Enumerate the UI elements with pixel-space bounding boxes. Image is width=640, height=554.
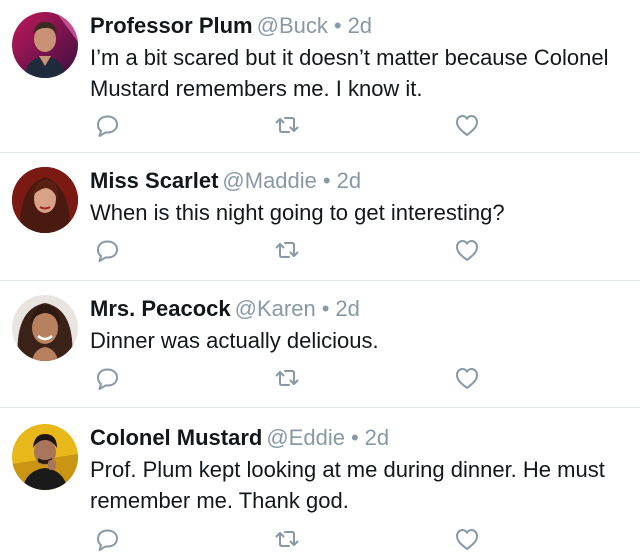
user-name[interactable]: Colonel Mustard bbox=[90, 425, 262, 450]
timestamp[interactable]: 2d bbox=[337, 168, 361, 193]
speech-bubble-icon bbox=[97, 529, 118, 551]
tweet[interactable]: Mrs. Peacock @Karen • 2d Dinner was actuall… bbox=[0, 281, 640, 408]
colonel-mustard-avatar-icon bbox=[12, 424, 78, 490]
avatar[interactable] bbox=[12, 424, 78, 490]
tweet[interactable]: Colonel Mustard @Eddie • 2d Prof. Plum kept… bbox=[0, 408, 640, 551]
tweet-header: Colonel Mustard @Eddie • 2d bbox=[90, 424, 626, 452]
reply-button[interactable] bbox=[92, 235, 122, 265]
timestamp[interactable]: 2d bbox=[365, 425, 389, 450]
user-name[interactable]: Professor Plum bbox=[90, 13, 253, 38]
tweet-actions bbox=[90, 524, 630, 554]
like-button[interactable] bbox=[452, 110, 482, 140]
miss-scarlet-avatar-icon bbox=[12, 167, 78, 233]
user-handle[interactable]: @Karen bbox=[235, 296, 316, 321]
tweet-header: Mrs. Peacock @Karen • 2d bbox=[90, 295, 626, 323]
avatar[interactable] bbox=[12, 295, 78, 361]
retweet-arrows-icon bbox=[275, 370, 299, 386]
like-button[interactable] bbox=[452, 524, 482, 554]
avatar[interactable] bbox=[12, 12, 78, 78]
separator-dot: • bbox=[333, 13, 342, 38]
reply-button[interactable] bbox=[92, 363, 122, 393]
avatar[interactable] bbox=[12, 167, 78, 233]
tweet-actions bbox=[90, 363, 630, 393]
user-handle[interactable]: @Maddie bbox=[222, 168, 317, 193]
timestamp[interactable]: 2d bbox=[335, 296, 359, 321]
retweet-button[interactable] bbox=[272, 524, 302, 554]
speech-bubble-icon bbox=[97, 368, 118, 390]
tweet-body: Colonel Mustard @Eddie • 2d Prof. Plum kept… bbox=[90, 424, 626, 551]
separator-dot: • bbox=[350, 425, 359, 450]
tweet-body: Miss Scarlet @Maddie • 2d When is this nigh… bbox=[90, 167, 626, 262]
professor-plum-avatar-icon bbox=[12, 12, 78, 78]
timestamp[interactable]: 2d bbox=[348, 13, 372, 38]
user-name[interactable]: Miss Scarlet bbox=[90, 168, 218, 193]
tweet-text: Dinner was actually delicious. bbox=[90, 328, 379, 353]
speech-bubble-icon bbox=[97, 115, 118, 137]
user-handle[interactable]: @Eddie bbox=[266, 425, 345, 450]
tweet-text: When is this night going to get interest… bbox=[90, 200, 505, 225]
mrs-peacock-avatar-icon bbox=[12, 295, 78, 361]
tweet-body: Mrs. Peacock @Karen • 2d Dinner was actuall… bbox=[90, 295, 626, 390]
heart-outline-icon bbox=[456, 529, 478, 550]
retweet-arrows-icon bbox=[275, 531, 299, 547]
retweet-button[interactable] bbox=[272, 235, 302, 265]
heart-outline-icon bbox=[456, 115, 478, 136]
reply-button[interactable] bbox=[92, 110, 122, 140]
tweet-text: I’m a bit scared but it doesn’t matter b… bbox=[90, 45, 609, 101]
tweet-actions bbox=[90, 235, 630, 265]
heart-outline-icon bbox=[456, 240, 478, 261]
tweet-actions bbox=[90, 110, 630, 140]
tweet-header: Miss Scarlet @Maddie • 2d bbox=[90, 167, 626, 195]
separator-dot: • bbox=[321, 296, 330, 321]
user-handle[interactable]: @Buck bbox=[257, 13, 328, 38]
tweet[interactable]: Miss Scarlet @Maddie • 2d When is this nigh… bbox=[0, 153, 640, 281]
tweet-header: Professor Plum @Buck • 2d bbox=[90, 12, 626, 40]
retweet-arrows-icon bbox=[275, 117, 299, 133]
user-name[interactable]: Mrs. Peacock bbox=[90, 296, 231, 321]
like-button[interactable] bbox=[452, 363, 482, 393]
tweet-body: Professor Plum @Buck • 2d I’m a bit scared … bbox=[90, 12, 626, 137]
heart-outline-icon bbox=[456, 368, 478, 389]
tweet[interactable]: Professor Plum @Buck • 2d I’m a bit scared … bbox=[0, 0, 640, 153]
tweet-feed: Professor Plum @Buck • 2d I’m a bit scared … bbox=[0, 0, 640, 551]
retweet-button[interactable] bbox=[272, 110, 302, 140]
speech-bubble-icon bbox=[97, 240, 118, 262]
retweet-arrows-icon bbox=[275, 242, 299, 258]
separator-dot: • bbox=[322, 168, 331, 193]
tweet-text: Prof. Plum kept looking at me during din… bbox=[90, 457, 605, 513]
retweet-button[interactable] bbox=[272, 363, 302, 393]
like-button[interactable] bbox=[452, 235, 482, 265]
reply-button[interactable] bbox=[92, 524, 122, 554]
